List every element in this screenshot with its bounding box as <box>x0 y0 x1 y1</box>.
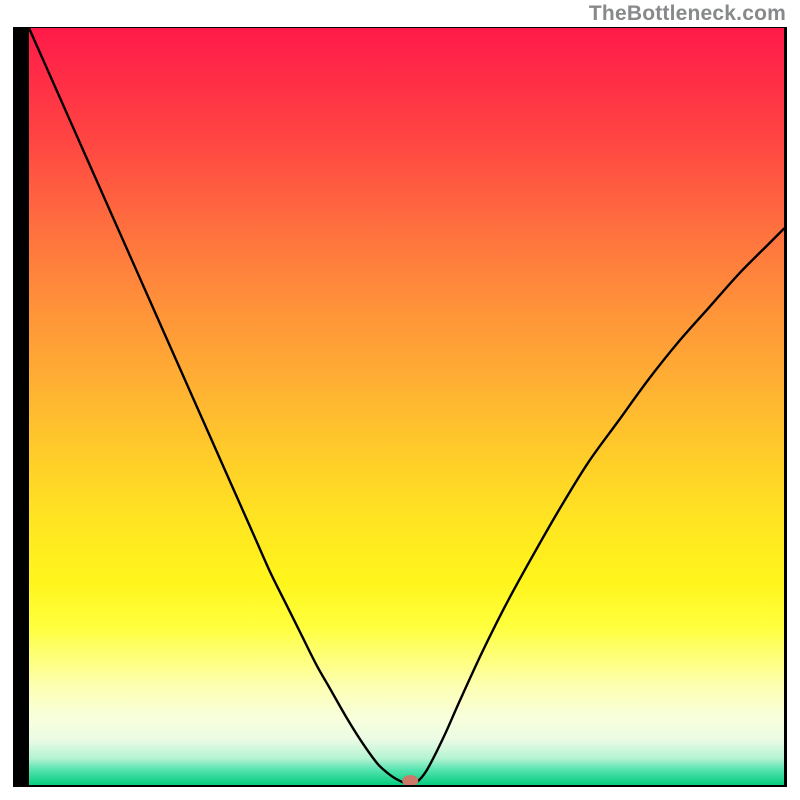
attribution-text: TheBottleneck.com <box>589 2 786 26</box>
curve-svg <box>29 28 784 785</box>
chart-frame <box>13 27 787 787</box>
plot-area <box>29 28 784 785</box>
bottleneck-curve <box>29 28 784 784</box>
min-marker <box>402 775 418 785</box>
